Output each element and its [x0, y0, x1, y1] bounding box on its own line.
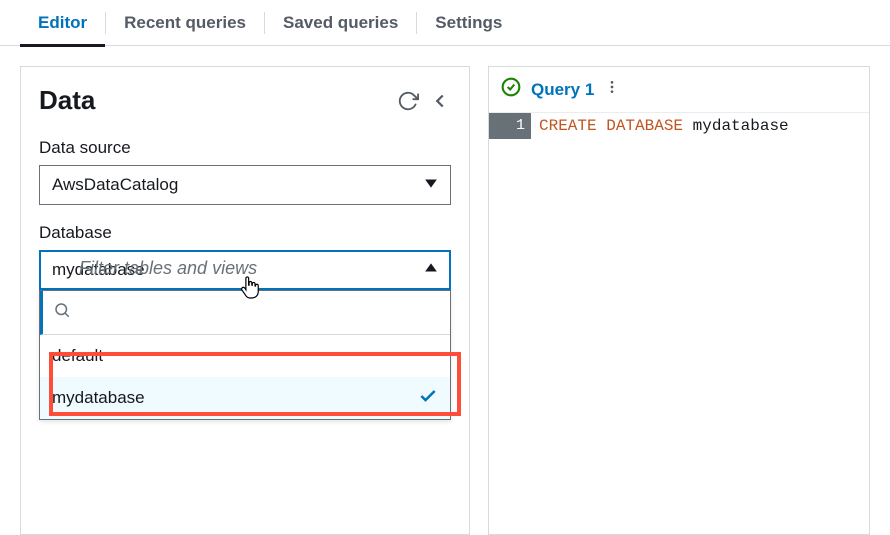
top-tabs: Editor Recent queries Saved queries Sett…	[0, 0, 890, 46]
sidebar-header: Data	[39, 85, 451, 116]
kebab-menu-icon[interactable]	[604, 79, 620, 100]
tab-recent-queries[interactable]: Recent queries	[106, 0, 264, 46]
search-icon	[53, 301, 71, 324]
chevron-up-icon	[424, 260, 438, 280]
sql-identifier: mydatabase	[683, 117, 789, 135]
sql-keyword: CREATE DATABASE	[539, 117, 683, 135]
dropdown-option-label: default	[52, 346, 103, 366]
query-editor-panel: Query 1 1 CREATE DATABASE mydatabase	[488, 66, 870, 535]
database-select[interactable]: mydatabase	[39, 250, 451, 290]
line-gutter: 1	[489, 113, 531, 139]
database-value: mydatabase	[52, 260, 145, 280]
dropdown-search-input[interactable]	[79, 303, 440, 323]
collapse-icon[interactable]	[429, 90, 451, 112]
main-area: Data Data source AwsDataCatalog Database…	[0, 46, 890, 535]
check-icon	[418, 386, 438, 411]
code-editor[interactable]: 1 CREATE DATABASE mydatabase	[489, 113, 869, 139]
database-dropdown-menu: default mydatabase	[39, 290, 451, 420]
sidebar-title: Data	[39, 85, 95, 116]
chevron-down-icon	[424, 175, 438, 195]
dropdown-option-label: mydatabase	[52, 388, 145, 408]
database-dropdown: mydatabase default mydatabase	[39, 250, 451, 290]
refresh-icon[interactable]	[397, 90, 419, 112]
editor-tab-bar: Query 1	[489, 67, 869, 113]
data-sidebar: Data Data source AwsDataCatalog Database…	[20, 66, 470, 535]
tab-editor[interactable]: Editor	[20, 0, 105, 46]
tab-settings[interactable]: Settings	[417, 0, 520, 46]
code-line: CREATE DATABASE mydatabase	[531, 113, 797, 139]
data-source-value: AwsDataCatalog	[52, 175, 178, 195]
query-tab-label[interactable]: Query 1	[531, 80, 594, 100]
dropdown-option-default[interactable]: default	[40, 335, 450, 377]
tab-saved-queries[interactable]: Saved queries	[265, 0, 416, 46]
dropdown-option-mydatabase[interactable]: mydatabase	[40, 377, 450, 419]
data-source-select[interactable]: AwsDataCatalog	[39, 165, 451, 205]
dropdown-search-row	[40, 291, 450, 335]
database-label: Database	[39, 223, 451, 243]
data-source-label: Data source	[39, 138, 451, 158]
success-status-icon	[501, 77, 521, 102]
